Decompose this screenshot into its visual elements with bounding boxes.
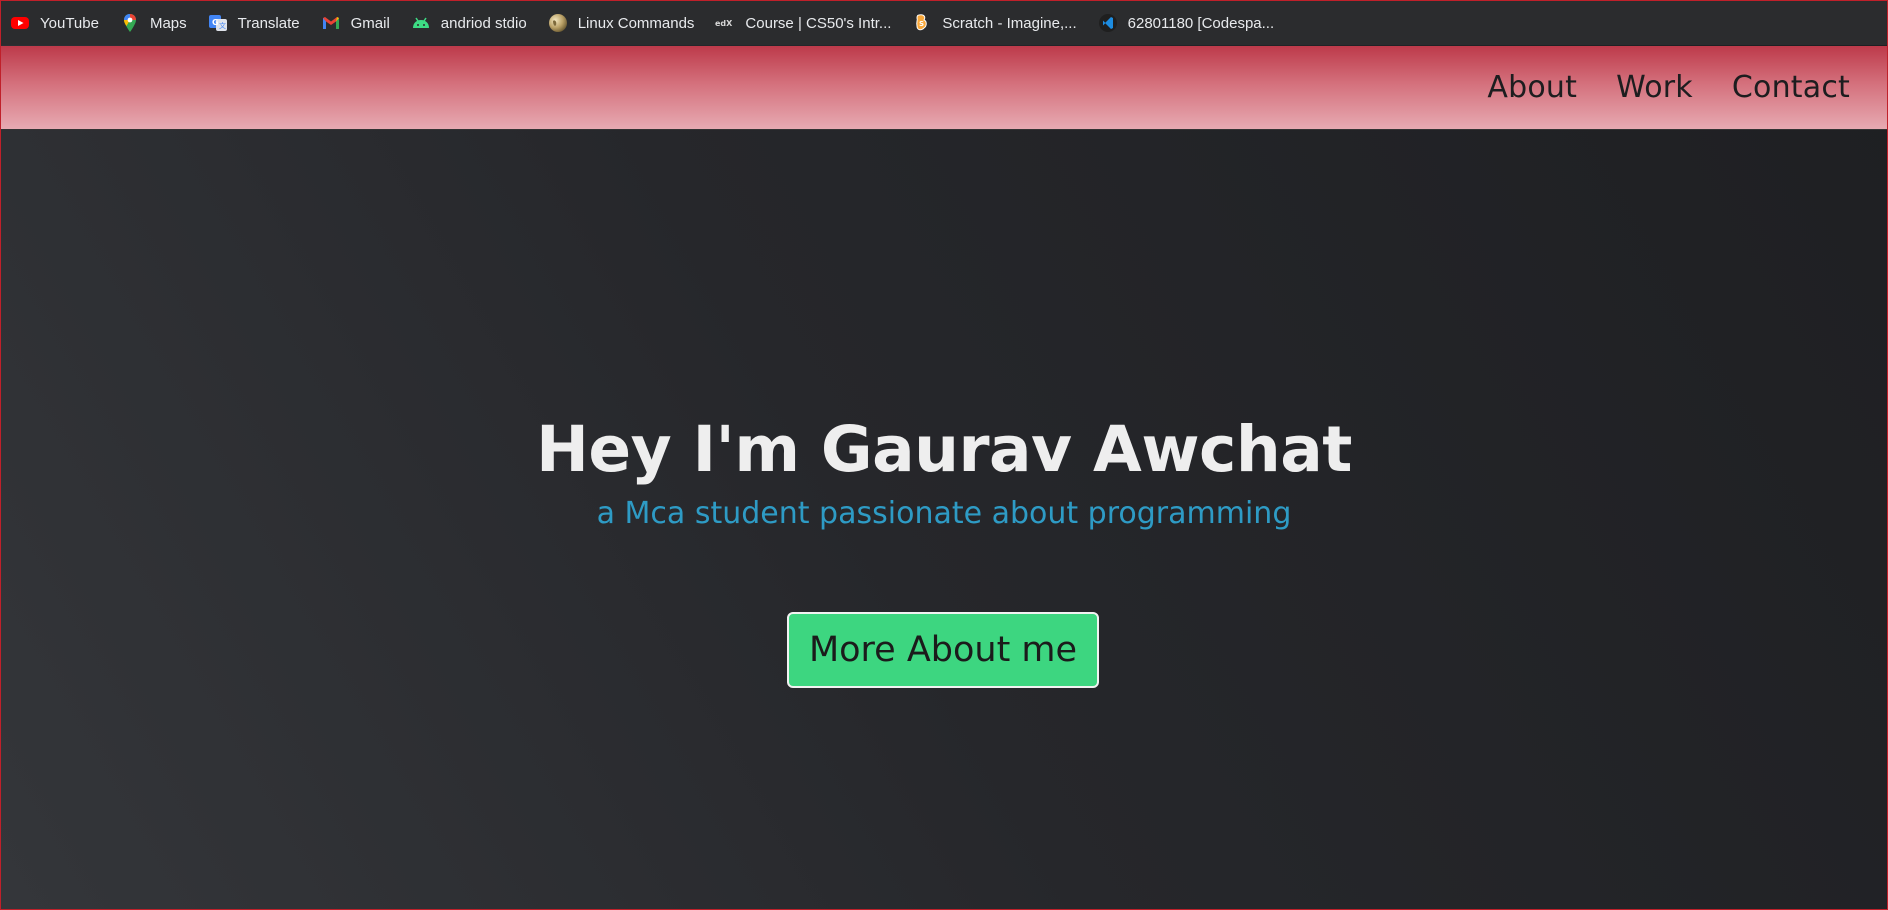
more-about-me-button[interactable]: More About me — [787, 612, 1099, 688]
bookmark-label: Course | CS50's Intr... — [745, 14, 892, 32]
nav-link-work[interactable]: Work — [1616, 70, 1693, 105]
vscode-icon — [1098, 13, 1118, 33]
hero-subtitle: a Mca student passionate about programmi… — [596, 496, 1292, 531]
bookmark-label: andriod stdio — [440, 14, 527, 32]
nav-link-contact[interactable]: Contact — [1732, 70, 1850, 105]
bookmark-label: YouTube — [40, 14, 99, 32]
bookmark-android-studio[interactable]: andriod stdio — [411, 7, 538, 39]
site-navbar: About Work Contact — [1, 46, 1887, 130]
bookmark-maps[interactable]: Maps — [120, 7, 198, 39]
svg-text:文: 文 — [219, 21, 226, 30]
nav-link-about[interactable]: About — [1487, 70, 1577, 105]
nav-links: About Work Contact — [1448, 46, 1850, 129]
svg-text:G: G — [212, 18, 219, 27]
bookmark-scratch[interactable]: S Scratch - Imagine,... — [912, 7, 1087, 39]
bookmark-label: Linux Commands — [577, 14, 695, 32]
bookmark-youtube[interactable]: YouTube — [10, 7, 110, 39]
bookmark-translate[interactable]: G文 Translate — [208, 7, 311, 39]
browser-viewport: YouTube Maps G文 Translate Gmail andriod … — [0, 0, 1888, 910]
bookmark-label: Scratch - Imagine,... — [942, 14, 1077, 32]
globe-icon — [548, 13, 568, 33]
bookmark-label: Translate — [237, 14, 300, 32]
gmail-icon — [321, 13, 341, 33]
bookmark-gmail[interactable]: Gmail — [321, 7, 401, 39]
bookmark-label: Gmail — [350, 14, 390, 32]
bookmark-label: Maps — [149, 14, 187, 32]
svg-text:edX: edX — [715, 19, 733, 28]
edx-icon: edX — [715, 13, 735, 33]
bookmarks-bar: YouTube Maps G文 Translate Gmail andriod … — [1, 1, 1887, 45]
bookmark-cs50-course[interactable]: edX Course | CS50's Intr... — [715, 7, 902, 39]
scratch-icon: S — [912, 13, 932, 33]
youtube-icon — [10, 13, 30, 33]
hero-section: Hey I'm Gaurav Awchat a Mca student pass… — [1, 130, 1887, 909]
bookmark-label: 62801180 [Codespa... — [1127, 14, 1275, 32]
svg-text:S: S — [919, 20, 924, 28]
bookmark-codespaces[interactable]: 62801180 [Codespa... — [1098, 7, 1286, 39]
android-icon — [411, 13, 431, 33]
maps-pin-icon — [120, 13, 140, 33]
translate-icon: G文 — [208, 13, 228, 33]
hero-title: Hey I'm Gaurav Awchat — [536, 413, 1352, 486]
bookmark-linux-commands[interactable]: Linux Commands — [548, 7, 706, 39]
